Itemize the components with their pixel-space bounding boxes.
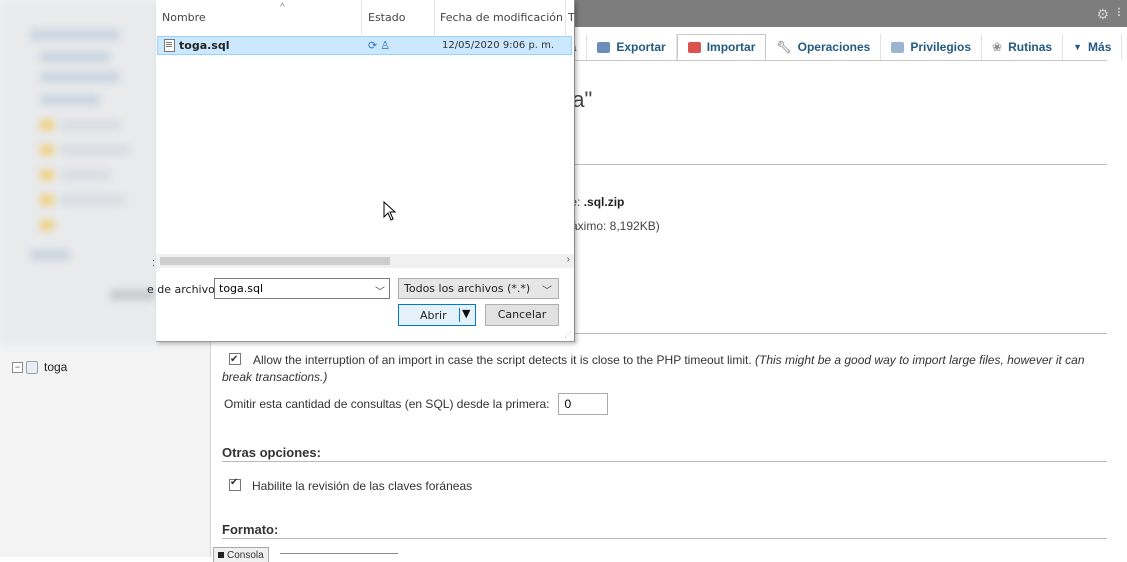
- max-size-hint: Máximo: 8,192KB): [561, 219, 660, 233]
- wrench-icon: 🔧︎: [776, 40, 792, 54]
- import-icon: [687, 41, 701, 53]
- allow-interrupt-label: Allow the interruption of an import in c…: [253, 353, 752, 367]
- divider: [222, 538, 1107, 539]
- divider: [574, 333, 1107, 334]
- console-label: Consola: [227, 549, 264, 561]
- database-icon: [26, 360, 38, 374]
- column-name[interactable]: Nombre: [162, 0, 206, 35]
- file-modified: 12/05/2020 9:06 p. m.: [442, 40, 555, 51]
- nav-item-toga[interactable]: − toga: [12, 360, 67, 374]
- tab-label: Más: [1088, 40, 1112, 54]
- file-icon: [164, 39, 175, 52]
- tab-privileges[interactable]: Privilegios: [881, 34, 983, 60]
- tab-label: Rutinas: [1008, 40, 1053, 54]
- format-heading: Formato:: [222, 522, 279, 537]
- scroll-label: :: [152, 257, 156, 269]
- file-type-select[interactable]: Todos los archivos (*.*) ﹀: [398, 278, 559, 299]
- allow-interrupt-checkbox[interactable]: [229, 351, 241, 368]
- foreign-key-option: Habilite la revisión de las claves forán…: [229, 477, 473, 493]
- scroll-thumb[interactable]: [160, 257, 390, 265]
- top-bar: ⚙ ⠇: [575, 0, 1127, 27]
- foreign-key-label: Habilite la revisión de las claves forán…: [252, 479, 473, 493]
- divider: [574, 164, 1107, 165]
- column-type[interactable]: T: [568, 0, 575, 35]
- filename-label: e de archivo:: [147, 283, 219, 296]
- column-modified[interactable]: Fecha de modificación: [440, 0, 563, 35]
- scroll-right-icon[interactable]: ›: [567, 254, 570, 265]
- tab-label: Exportar: [616, 40, 666, 54]
- skip-queries-label: Omitir esta cantidad de consultas (en SQ…: [224, 397, 550, 411]
- console-divider: [280, 553, 398, 554]
- foreign-key-checkbox[interactable]: [229, 477, 241, 491]
- filename-input[interactable]: [214, 278, 390, 299]
- divider: [222, 461, 1107, 462]
- users-icon: [891, 41, 905, 53]
- file-open-dialog: ^ Nombre Estado Fecha de modificación T …: [147, 0, 575, 342]
- collapse-icon[interactable]: −: [12, 361, 23, 373]
- open-label: Abrir: [420, 309, 447, 322]
- console-tab[interactable]: Consola: [213, 547, 269, 562]
- horizontal-scrollbar[interactable]: ›: [156, 254, 574, 268]
- skip-queries-input[interactable]: [557, 393, 608, 415]
- tab-export[interactable]: Exportar: [587, 34, 677, 60]
- caret-down-icon[interactable]: ▼: [462, 307, 470, 320]
- caret-down-icon: ▼: [1073, 42, 1083, 52]
- tab-label: Importar: [706, 40, 756, 54]
- routines-icon: ❀: [992, 40, 1003, 54]
- export-icon: [597, 41, 611, 53]
- sync-status-icon: ⟳ ♙: [368, 40, 391, 52]
- tab-import[interactable]: Importar: [676, 34, 767, 60]
- tab-label: Privilegios: [910, 40, 972, 54]
- resize-grip-icon[interactable]: ⋰: [564, 330, 572, 339]
- db-name[interactable]: toga: [44, 360, 67, 374]
- open-button[interactable]: Abrir ▼: [398, 304, 476, 326]
- file-name: toga.sql: [179, 39, 230, 52]
- cancel-button[interactable]: Cancelar: [485, 304, 559, 326]
- hint-ext: .sql.zip: [583, 195, 625, 209]
- tab-label: Operaciones: [797, 40, 871, 54]
- chevron-down-icon: ﹀: [542, 286, 552, 297]
- tab-routines[interactable]: ❀ Rutinas: [982, 34, 1064, 60]
- allow-interrupt-option: Allow the interruption of an import in c…: [222, 351, 1107, 386]
- other-options-heading: Otras opciones:: [222, 445, 321, 460]
- tabs-divider: [555, 60, 1107, 61]
- chevron-down-icon[interactable]: ﹀: [375, 283, 385, 298]
- column-status[interactable]: Estado: [368, 0, 405, 35]
- tab-more[interactable]: ▼ Más: [1063, 34, 1123, 60]
- skip-queries-row: Omitir esta cantidad de consultas (en SQ…: [224, 393, 608, 415]
- blurred-tree: [0, 0, 160, 345]
- gear-icon[interactable]: ⚙: [1096, 6, 1109, 23]
- tab-operations[interactable]: 🔧︎ Operaciones: [766, 34, 882, 60]
- more-icon[interactable]: ⠇: [1116, 6, 1125, 20]
- console-icon: [218, 552, 224, 558]
- file-row-selected[interactable]: toga.sql ⟳ ♙ 12/05/2020 9:06 p. m.: [157, 36, 572, 55]
- sort-ascending-icon: ^: [280, 2, 285, 13]
- file-type-value: Todos los archivos (*.*): [404, 282, 531, 295]
- tab-bar: ulta Exportar Importar 🔧︎ Operaciones Pr…: [555, 34, 1123, 60]
